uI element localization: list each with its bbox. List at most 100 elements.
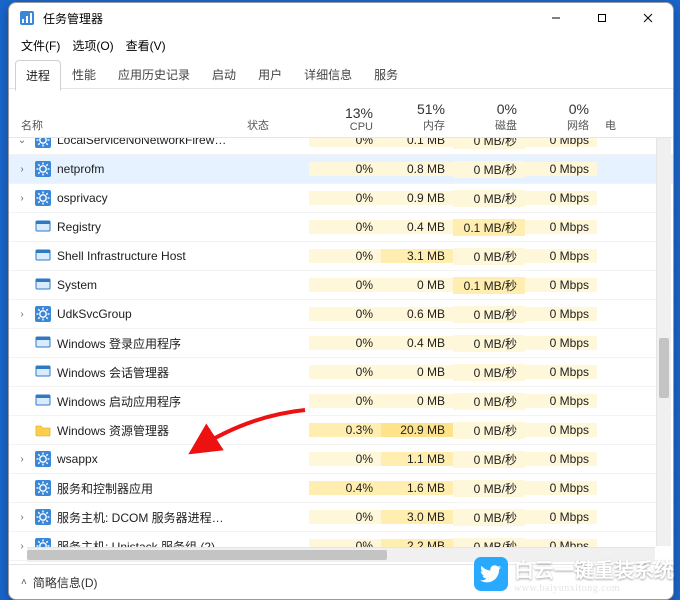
col-cpu[interactable]: 13%CPU [309, 101, 381, 137]
folder-icon [35, 422, 51, 438]
process-name: System [57, 278, 97, 292]
tab-1[interactable]: 性能 [61, 59, 107, 89]
disk-cell: 0 MB/秒 [453, 138, 525, 149]
cpu-cell: 0% [309, 365, 381, 379]
table-row[interactable]: System0%0 MB0.1 MB/秒0 Mbps [9, 271, 673, 300]
process-name: Registry [57, 220, 101, 234]
tab-bar: 进程性能应用历史记录启动用户详细信息服务 [9, 60, 673, 89]
net-cell: 0 Mbps [525, 510, 597, 524]
close-button[interactable] [625, 3, 671, 33]
table-row[interactable]: ›服务主机: DCOM 服务器进程…0%3.0 MB0 MB/秒0 Mbps [9, 503, 673, 532]
proc-icon [35, 393, 51, 409]
menu-view[interactable]: 查看(V) [122, 35, 170, 56]
table-row[interactable]: ›osprivacy0%0.9 MB0 MB/秒0 Mbps [9, 184, 673, 213]
process-list[interactable]: ⌄LocalServiceNoNetworkFirew…0%0.1 MB0 MB… [9, 138, 673, 564]
scrollbar-thumb[interactable] [659, 338, 669, 398]
menu-file[interactable]: 文件(F) [17, 35, 64, 56]
table-row[interactable]: Windows 会话管理器0%0 MB0 MB/秒0 Mbps [9, 358, 673, 387]
brief-info-link[interactable]: 简略信息(D) [33, 574, 98, 591]
column-headers: 名称 状态 13%CPU 51%内存 0%磁盘 0%网络 电 [9, 89, 673, 138]
tab-5[interactable]: 详细信息 [293, 59, 363, 89]
expand-toggle[interactable]: › [15, 512, 29, 523]
cpu-cell: 0% [309, 191, 381, 205]
table-row[interactable]: Windows 资源管理器0.3%20.9 MB0 MB/秒0 Mbps [9, 416, 673, 445]
expand-toggle[interactable]: › [15, 193, 29, 204]
net-cell: 0 Mbps [525, 365, 597, 379]
net-cell: 0 Mbps [525, 481, 597, 495]
mem-cell: 0.6 MB [381, 307, 453, 321]
col-mem[interactable]: 51%内存 [381, 97, 453, 137]
disk-cell: 0 MB/秒 [453, 335, 525, 352]
table-row[interactable]: ›netprofm0%0.8 MB0 MB/秒0 Mbps [9, 155, 673, 184]
expand-toggle[interactable]: › [15, 454, 29, 465]
process-name: LocalServiceNoNetworkFirew… [57, 138, 226, 147]
table-row[interactable]: ⌄ LocalServiceNoNetworkFirew… 0%0.1 MB0 MB… [9, 138, 673, 155]
cpu-cell: 0% [309, 336, 381, 350]
vertical-scrollbar[interactable] [656, 138, 671, 546]
disk-cell: 0 MB/秒 [453, 364, 525, 381]
tab-3[interactable]: 启动 [201, 59, 247, 89]
col-net[interactable]: 0%网络 [525, 97, 597, 137]
process-name: Windows 会话管理器 [57, 364, 169, 381]
disk-cell: 0 MB/秒 [453, 480, 525, 497]
disk-cell: 0.1 MB/秒 [453, 219, 525, 236]
process-name: osprivacy [57, 191, 108, 205]
disk-cell: 0 MB/秒 [453, 248, 525, 265]
mem-cell: 1.6 MB [381, 481, 453, 495]
cpu-cell: 0% [309, 278, 381, 292]
expand-toggle[interactable]: ⌄ [15, 138, 29, 146]
tab-2[interactable]: 应用历史记录 [107, 59, 201, 89]
table-row[interactable]: Windows 启动应用程序0%0 MB0 MB/秒0 Mbps [9, 387, 673, 416]
tab-6[interactable]: 服务 [363, 59, 409, 89]
mem-cell: 0.4 MB [381, 336, 453, 350]
table-row[interactable]: ›wsappx0%1.1 MB0 MB/秒0 Mbps [9, 445, 673, 474]
watermark: 白云一键重装系统 www.baiyunxitong.com [474, 554, 674, 594]
tab-0[interactable]: 进程 [15, 60, 61, 91]
gear-icon [35, 138, 51, 148]
process-name: 服务和控制器应用 [57, 480, 153, 497]
cpu-cell: 0% [309, 138, 381, 147]
disk-cell: 0 MB/秒 [453, 190, 525, 207]
table-row[interactable]: Shell Infrastructure Host0%3.1 MB0 MB/秒0… [9, 242, 673, 271]
gear-icon [35, 161, 51, 177]
table-row[interactable]: 服务和控制器应用0.4%1.6 MB0 MB/秒0 Mbps [9, 474, 673, 503]
table-row[interactable]: Registry0%0.4 MB0.1 MB/秒0 Mbps [9, 213, 673, 242]
disk-cell: 0 MB/秒 [453, 451, 525, 468]
expand-toggle[interactable]: › [15, 309, 29, 320]
watermark-text: 白云一键重装系统 [514, 554, 674, 583]
gear-icon [35, 480, 51, 496]
net-cell: 0 Mbps [525, 307, 597, 321]
col-power[interactable]: 电 [597, 113, 624, 137]
cpu-cell: 0.3% [309, 423, 381, 437]
minimize-button[interactable] [533, 3, 579, 33]
table-row[interactable]: Windows 登录应用程序0%0.4 MB0 MB/秒0 Mbps [9, 329, 673, 358]
table-row[interactable]: ›UdkSvcGroup0%0.6 MB0 MB/秒0 Mbps [9, 300, 673, 329]
col-disk[interactable]: 0%磁盘 [453, 97, 525, 137]
proc-icon [35, 219, 51, 235]
net-cell: 0 Mbps [525, 336, 597, 350]
proc-icon [35, 335, 51, 351]
process-name: Windows 启动应用程序 [57, 393, 181, 410]
mem-cell: 0.4 MB [381, 220, 453, 234]
net-cell: 0 Mbps [525, 452, 597, 466]
net-cell: 0 Mbps [525, 423, 597, 437]
col-name[interactable]: 名称 [9, 113, 239, 137]
scrollbar-thumb[interactable] [27, 550, 387, 560]
process-name: Windows 资源管理器 [57, 422, 169, 439]
gear-icon [35, 509, 51, 525]
disk-cell: 0 MB/秒 [453, 422, 525, 439]
expand-toggle[interactable]: › [15, 164, 29, 175]
maximize-button[interactable] [579, 3, 625, 33]
mem-cell: 0 MB [381, 394, 453, 408]
mem-cell: 0.1 MB [381, 138, 453, 147]
tab-4[interactable]: 用户 [247, 59, 293, 89]
disk-cell: 0 MB/秒 [453, 306, 525, 323]
net-cell: 0 Mbps [525, 220, 597, 234]
title-bar[interactable]: 任务管理器 [9, 3, 673, 33]
menu-options[interactable]: 选项(O) [68, 35, 117, 56]
net-cell: 0 Mbps [525, 138, 597, 147]
proc-icon [35, 364, 51, 380]
net-cell: 0 Mbps [525, 278, 597, 292]
col-status[interactable]: 状态 [239, 113, 309, 137]
cpu-cell: 0% [309, 452, 381, 466]
